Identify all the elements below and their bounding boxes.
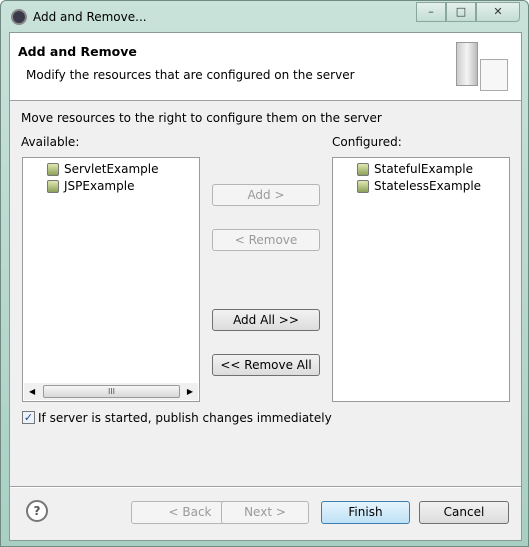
remove-button[interactable]: < Remove — [212, 229, 320, 251]
scroll-left-icon[interactable]: ◀ — [29, 387, 35, 396]
cancel-button[interactable]: Cancel — [419, 501, 509, 524]
instruction-text: Move resources to the right to configure… — [21, 111, 382, 125]
item-label: JSPExample — [64, 179, 135, 193]
list-item[interactable]: JSPExample — [47, 179, 134, 193]
maximize-button[interactable]: □ — [446, 2, 476, 22]
server-icon — [456, 42, 478, 86]
help-icon[interactable]: ? — [26, 500, 48, 522]
dialog-window: Add and Remove... – □ ✕ Add and Remove M… — [0, 0, 529, 547]
close-button[interactable]: ✕ — [476, 2, 520, 22]
scroll-thumb[interactable]: III — [43, 385, 180, 398]
window-title: Add and Remove... — [33, 10, 147, 24]
configured-list[interactable]: StatefulExample StatelessExample — [332, 157, 510, 402]
dialog-client: Add and Remove Modify the resources that… — [9, 32, 522, 541]
next-button[interactable]: Next > — [221, 501, 309, 524]
publish-checkbox[interactable]: ✓ — [22, 411, 35, 424]
footer-divider — [10, 486, 521, 488]
module-icon — [47, 179, 59, 193]
item-label: StatelessExample — [374, 179, 482, 193]
module-icon — [357, 179, 369, 193]
page-subtitle: Modify the resources that are configured… — [26, 68, 355, 82]
list-item[interactable]: StatelessExample — [357, 179, 481, 193]
finish-button[interactable]: Finish — [321, 501, 410, 524]
add-all-button[interactable]: Add All >> — [212, 309, 320, 331]
document-icon — [480, 59, 508, 91]
scroll-right-icon[interactable]: ▶ — [187, 387, 193, 396]
wizard-header: Add and Remove Modify the resources that… — [10, 33, 521, 101]
module-icon — [47, 162, 59, 176]
available-label: Available: — [21, 135, 80, 149]
module-icon — [357, 162, 369, 176]
list-item[interactable]: StatefulExample — [357, 162, 473, 176]
eclipse-icon — [11, 9, 27, 25]
minimize-button[interactable]: – — [416, 2, 446, 22]
item-label: ServletExample — [64, 162, 159, 176]
configured-label: Configured: — [332, 135, 402, 149]
horizontal-scrollbar[interactable]: ◀ III ▶ — [24, 383, 198, 400]
publish-checkbox-label[interactable]: If server is started, publish changes im… — [38, 411, 332, 425]
add-button[interactable]: Add > — [212, 184, 320, 206]
item-label: StatefulExample — [374, 162, 473, 176]
page-title: Add and Remove — [18, 44, 137, 59]
available-list[interactable]: ServletExample JSPExample ◀ III ▶ — [22, 157, 200, 402]
remove-all-button[interactable]: << Remove All — [212, 354, 320, 376]
list-item[interactable]: ServletExample — [47, 162, 159, 176]
